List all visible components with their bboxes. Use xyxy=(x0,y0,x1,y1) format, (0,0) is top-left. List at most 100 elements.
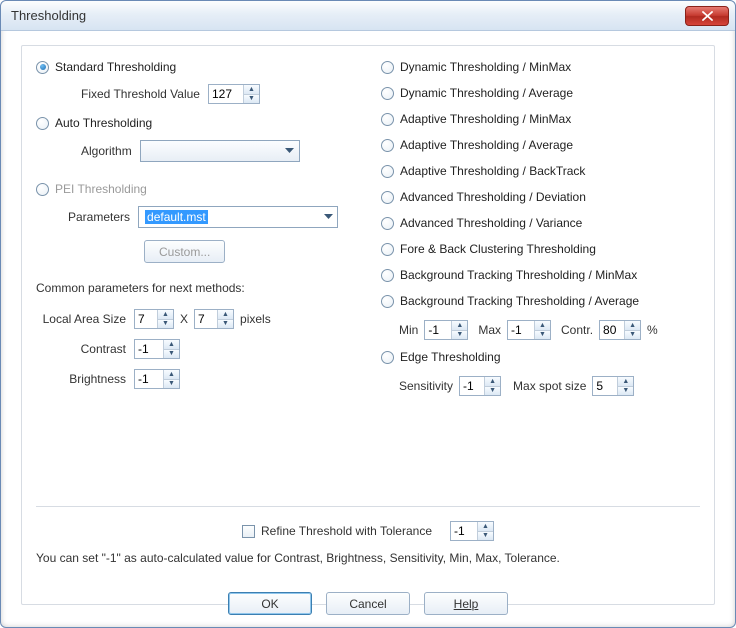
radio-standard-thresholding[interactable]: Standard Thresholding xyxy=(36,60,371,74)
radio-label: Dynamic Thresholding / Average xyxy=(400,86,573,100)
radio-label: Background Tracking Thresholding / MinMa… xyxy=(400,268,637,282)
titlebar: Thresholding xyxy=(1,1,735,31)
help-label: Help xyxy=(454,597,479,611)
contrast-spinner[interactable]: ▲▼ xyxy=(134,339,180,359)
spin-up[interactable]: ▲ xyxy=(535,321,550,331)
radio-icon xyxy=(381,217,394,230)
refine-label: Refine Threshold with Tolerance xyxy=(261,524,432,538)
spin-down[interactable]: ▼ xyxy=(452,331,467,340)
spin-down[interactable]: ▼ xyxy=(164,350,179,359)
custom-button: Custom... xyxy=(144,240,225,263)
spin-up[interactable]: ▲ xyxy=(485,377,500,387)
dialog-window: Thresholding Standard Thresholding Fixed… xyxy=(0,0,736,628)
local-area-label: Local Area Size xyxy=(36,312,126,326)
spin-up[interactable]: ▲ xyxy=(158,310,173,320)
contr-spinner[interactable]: ▲▼ xyxy=(599,320,641,340)
spin-down[interactable]: ▼ xyxy=(485,387,500,396)
refine-input[interactable] xyxy=(451,522,477,540)
radio-dynamic-average[interactable]: Dynamic Thresholding / Average xyxy=(381,86,700,100)
right-column: Dynamic Thresholding / MinMax Dynamic Th… xyxy=(381,60,700,500)
radio-adaptive-minmax[interactable]: Adaptive Thresholding / MinMax xyxy=(381,112,700,126)
fixed-threshold-input[interactable] xyxy=(209,85,243,103)
cancel-button[interactable]: Cancel xyxy=(326,592,410,615)
spin-up[interactable]: ▲ xyxy=(618,377,633,387)
spin-up[interactable]: ▲ xyxy=(218,310,233,320)
min-spinner[interactable]: ▲▼ xyxy=(424,320,468,340)
radio-label: Standard Thresholding xyxy=(55,60,176,74)
spin-down[interactable]: ▼ xyxy=(164,380,179,389)
spin-down[interactable]: ▼ xyxy=(158,320,173,329)
spin-down[interactable]: ▼ xyxy=(535,331,550,340)
radio-icon xyxy=(36,61,49,74)
radio-label: PEI Thresholding xyxy=(55,182,147,196)
radio-adaptive-average[interactable]: Adaptive Thresholding / Average xyxy=(381,138,700,152)
spin-up[interactable]: ▲ xyxy=(478,522,493,532)
spin-down[interactable]: ▼ xyxy=(618,387,633,396)
radio-bgtrack-minmax[interactable]: Background Tracking Thresholding / MinMa… xyxy=(381,268,700,282)
content-area: Standard Thresholding Fixed Threshold Va… xyxy=(1,31,735,627)
radio-adaptive-backtrack[interactable]: Adaptive Thresholding / BackTrack xyxy=(381,164,700,178)
local-area-h-spinner[interactable]: ▲▼ xyxy=(194,309,234,329)
brightness-label: Brightness xyxy=(36,372,126,386)
spin-down[interactable]: ▼ xyxy=(244,95,259,104)
refine-checkbox-group[interactable]: Refine Threshold with Tolerance xyxy=(242,524,432,538)
radio-dynamic-minmax[interactable]: Dynamic Thresholding / MinMax xyxy=(381,60,700,74)
radio-edge-thresholding[interactable]: Edge Thresholding xyxy=(381,350,700,364)
close-icon xyxy=(702,11,713,21)
radio-label: Edge Thresholding xyxy=(400,350,501,364)
maxspot-input[interactable] xyxy=(593,377,617,395)
help-button[interactable]: Help xyxy=(424,592,508,615)
spin-down[interactable]: ▼ xyxy=(218,320,233,329)
radio-icon xyxy=(381,165,394,178)
maxspot-spinner[interactable]: ▲▼ xyxy=(592,376,634,396)
main-panel: Standard Thresholding Fixed Threshold Va… xyxy=(21,45,715,605)
algorithm-label: Algorithm xyxy=(81,144,132,158)
refine-spinner[interactable]: ▲▼ xyxy=(450,521,494,541)
spin-down[interactable]: ▼ xyxy=(625,331,640,340)
sensitivity-spinner[interactable]: ▲▼ xyxy=(459,376,501,396)
percent-label: % xyxy=(647,323,658,337)
sensitivity-input[interactable] xyxy=(460,377,484,395)
spin-up[interactable]: ▲ xyxy=(625,321,640,331)
close-button[interactable] xyxy=(685,6,729,26)
local-area-h-input[interactable] xyxy=(195,310,217,328)
max-input[interactable] xyxy=(508,321,534,339)
radio-icon xyxy=(381,139,394,152)
chevron-down-icon xyxy=(281,148,299,154)
radio-label: Adaptive Thresholding / Average xyxy=(400,138,573,152)
algorithm-combo[interactable] xyxy=(140,140,300,162)
parameters-combo[interactable]: default.mst xyxy=(138,206,338,228)
radio-advanced-deviation[interactable]: Advanced Thresholding / Deviation xyxy=(381,190,700,204)
fixed-threshold-label: Fixed Threshold Value xyxy=(81,87,200,101)
spin-up[interactable]: ▲ xyxy=(452,321,467,331)
maxspot-label: Max spot size xyxy=(513,379,586,393)
radio-icon xyxy=(381,61,394,74)
window-title: Thresholding xyxy=(11,8,685,23)
spin-up[interactable]: ▲ xyxy=(164,370,179,380)
min-input[interactable] xyxy=(425,321,451,339)
spin-down[interactable]: ▼ xyxy=(478,532,493,541)
radio-label: Advanced Thresholding / Deviation xyxy=(400,190,586,204)
brightness-spinner[interactable]: ▲▼ xyxy=(134,369,180,389)
radio-icon xyxy=(381,113,394,126)
radio-label: Adaptive Thresholding / BackTrack xyxy=(400,164,585,178)
radio-auto-thresholding[interactable]: Auto Thresholding xyxy=(36,116,371,130)
radio-icon xyxy=(381,295,394,308)
radio-bgtrack-average[interactable]: Background Tracking Thresholding / Avera… xyxy=(381,294,700,308)
local-area-w-spinner[interactable]: ▲▼ xyxy=(134,309,174,329)
local-area-w-input[interactable] xyxy=(135,310,157,328)
footer-note: You can set "-1" as auto-calculated valu… xyxy=(36,551,700,565)
parameters-label: Parameters xyxy=(68,210,130,224)
spin-up[interactable]: ▲ xyxy=(164,340,179,350)
radio-advanced-variance[interactable]: Advanced Thresholding / Variance xyxy=(381,216,700,230)
fixed-threshold-spinner[interactable]: ▲ ▼ xyxy=(208,84,260,104)
radio-label: Fore & Back Clustering Thresholding xyxy=(400,242,596,256)
contr-input[interactable] xyxy=(600,321,624,339)
spin-up[interactable]: ▲ xyxy=(244,85,259,95)
max-spinner[interactable]: ▲▼ xyxy=(507,320,551,340)
radio-label: Adaptive Thresholding / MinMax xyxy=(400,112,571,126)
radio-fore-back-clustering[interactable]: Fore & Back Clustering Thresholding xyxy=(381,242,700,256)
ok-button[interactable]: OK xyxy=(228,592,312,615)
brightness-input[interactable] xyxy=(135,370,163,388)
contrast-input[interactable] xyxy=(135,340,163,358)
